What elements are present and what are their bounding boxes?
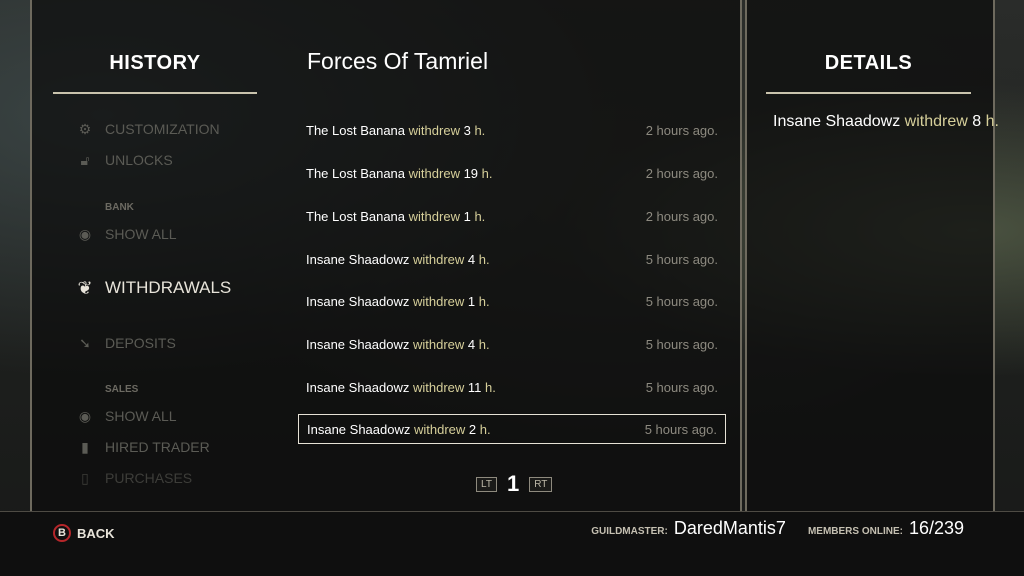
event-time: 2 hours ago. [645, 208, 718, 224]
category-label: UNLOCKS [105, 152, 173, 168]
withdraw-icon: ❦ [77, 277, 93, 298]
history-title-rule [53, 92, 257, 94]
category-label: SHOW ALL [105, 226, 177, 242]
details-title: DETAILS [824, 52, 913, 74]
category-unlocks[interactable]: 🔓︎ UNLOCKS [75, 148, 173, 172]
event-text: Insane Shaadowz withdrew 1 h. [306, 293, 490, 309]
event-time: 5 hours ago. [644, 421, 717, 437]
event-time: 2 hours ago. [645, 165, 718, 181]
page-number: 1 [506, 471, 520, 496]
event-text: Insane Shaadowz withdrew 11 h. [306, 379, 496, 395]
eye-icon: ◉ [78, 225, 92, 242]
details-who: Insane Shaadowz [773, 113, 901, 130]
event-time: 5 hours ago. [645, 251, 718, 267]
event-time: 5 hours ago. [645, 336, 718, 352]
deposit-icon: ➘ [79, 334, 91, 351]
category-purchases[interactable]: ▯ PURCHASES [75, 466, 192, 490]
category-label: PURCHASES [105, 470, 193, 486]
category-deposits[interactable]: ➘ DEPOSITS [75, 331, 176, 355]
prev-page-button[interactable]: LT [476, 476, 497, 492]
category-label: WITHDRAWALS [105, 278, 232, 297]
list-item[interactable]: The Lost Banana withdrew 1 h. 2 hours ag… [298, 201, 726, 231]
category-sales-show-all[interactable]: ◉ SHOW ALL [75, 404, 177, 428]
b-button-icon: B [53, 524, 71, 542]
guild-name: Forces Of Tamriel [307, 48, 489, 74]
trader-icon: ▮ [81, 438, 89, 455]
gears-icon: ⚙ [78, 120, 92, 137]
guildmaster-value: DaredMantis7 [673, 518, 786, 538]
event-text: The Lost Banana withdrew 19 h. [306, 165, 493, 181]
back-label: BACK [77, 525, 115, 541]
event-time: 2 hours ago. [645, 122, 718, 138]
pager: LT 1 RT [476, 471, 553, 497]
lock-icon: 🔓︎ [80, 151, 90, 168]
category-bank-show-all[interactable]: ◉ SHOW ALL [75, 222, 177, 246]
event-text: The Lost Banana withdrew 1 h. [306, 208, 486, 224]
purchases-icon: ▯ [81, 469, 89, 486]
category-hired-trader[interactable]: ▮ HIRED TRADER [75, 435, 210, 459]
history-title: HISTORY [109, 52, 201, 74]
list-item[interactable]: Insane Shaadowz withdrew 11 h. 5 hours a… [298, 372, 726, 402]
event-text: Insane Shaadowz withdrew 4 h. [306, 336, 490, 352]
category-customization[interactable]: ⚙ CUSTOMIZATION [75, 117, 220, 141]
category-label: CUSTOMIZATION [105, 121, 220, 137]
members-online-label: MEMBERS ONLINE: [807, 526, 903, 537]
details-text: Insane Shaadowz withdrew 8 h. [773, 113, 999, 131]
list-item[interactable]: Insane Shaadowz withdrew 1 h. 5 hours ag… [298, 286, 726, 316]
members-online-value: 16/239 [908, 518, 964, 538]
event-time: 5 hours ago. [645, 293, 718, 309]
list-item[interactable]: Insane Shaadowz withdrew 4 h. 5 hours ag… [298, 244, 726, 274]
event-text: Insane Shaadowz withdrew 4 h. [306, 251, 490, 267]
category-label: DEPOSITS [105, 335, 176, 351]
guildmaster-label: GUILDMASTER: [591, 526, 668, 537]
list-item[interactable]: The Lost Banana withdrew 19 h. 2 hours a… [298, 158, 726, 188]
category-label: SHOW ALL [105, 408, 177, 424]
category-label: HIRED TRADER [105, 439, 210, 455]
eye-icon: ◉ [78, 407, 92, 424]
details-amount: 8 [972, 113, 982, 130]
guild-info: GUILDMASTER: DaredMantis7 MEMBERS ONLINE… [591, 518, 964, 539]
category-withdrawals[interactable]: ❦ WITHDRAWALS [75, 276, 231, 300]
list-item-selected[interactable]: Insane Shaadowz withdrew 2 h. 5 hours ag… [298, 414, 726, 444]
event-time: 5 hours ago. [645, 379, 718, 395]
next-page-button[interactable]: RT [529, 476, 553, 492]
list-item[interactable]: Insane Shaadowz withdrew 4 h. 5 hours ag… [298, 329, 726, 359]
details-title-rule [766, 92, 971, 94]
event-text: Insane Shaadowz withdrew 2 h. [307, 421, 491, 437]
sales-header: SALES [105, 384, 139, 395]
event-text: The Lost Banana withdrew 3 h. [306, 122, 486, 138]
bank-header: BANK [105, 202, 134, 213]
list-item[interactable]: The Lost Banana withdrew 3 h. 2 hours ag… [298, 115, 726, 145]
details-unit: h. [985, 113, 999, 130]
details-panel [745, 0, 995, 512]
back-button[interactable]: B BACK [53, 524, 115, 542]
details-verb: withdrew [904, 113, 968, 130]
